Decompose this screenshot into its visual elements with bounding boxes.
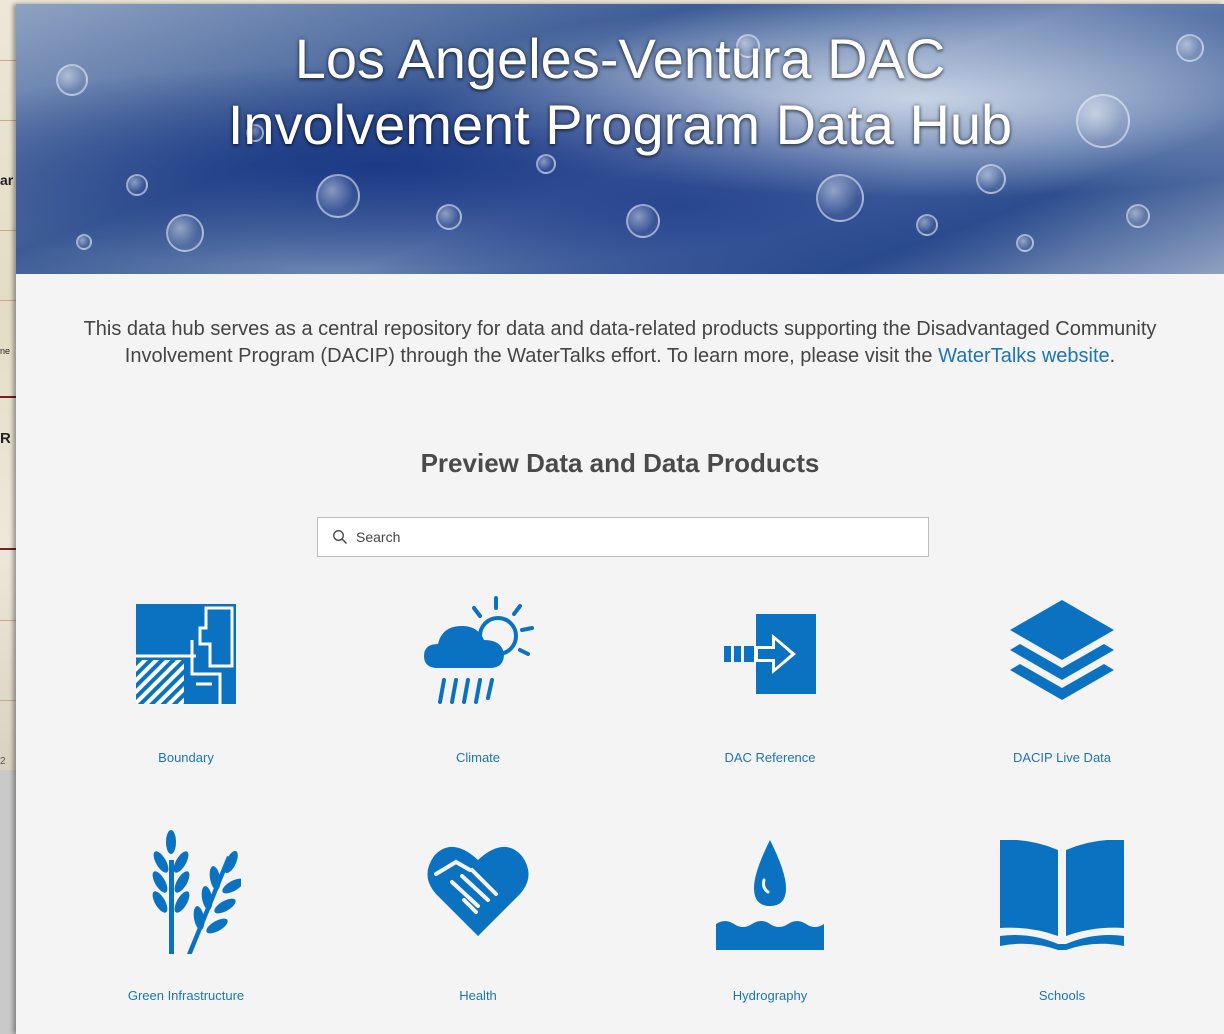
wheat-icon	[152, 830, 241, 954]
map-label-fragment: ne	[0, 346, 11, 356]
page-title-line-2: Involvement Program Data Hub	[227, 93, 1013, 156]
sun-cloud-rain-icon	[424, 596, 534, 704]
category-label: Green Infrastructure	[127, 988, 245, 1003]
page-title-line-1: Los Angeles-Ventura DAC	[294, 27, 946, 90]
open-book-icon	[1000, 840, 1124, 950]
category-tile-dac-reference[interactable]: DAC Reference	[650, 594, 890, 774]
arrow-into-door-icon	[724, 614, 816, 694]
map-scale-fragment: 2	[0, 756, 6, 767]
category-label: Schools	[1038, 988, 1086, 1003]
background-gray-area	[0, 770, 16, 1034]
data-hub-panel: Los Angeles-Ventura DAC Involvement Prog…	[16, 4, 1224, 1034]
hero-banner: Los Angeles-Ventura DAC Involvement Prog…	[16, 4, 1224, 274]
background-map: ar ne R 2	[0, 0, 16, 770]
heart-handshake-icon	[427, 846, 529, 936]
intro-text: This data hub serves as a central reposi…	[36, 316, 1204, 370]
category-label: DAC Reference	[724, 750, 816, 765]
category-tile-hydrography[interactable]: Hydrography	[650, 830, 890, 1010]
category-tile-boundary[interactable]: Boundary	[66, 594, 306, 774]
category-tile-health[interactable]: Health	[358, 830, 598, 1010]
category-label: Climate	[455, 750, 501, 765]
layers-stack-icon	[1010, 600, 1114, 700]
category-label: Health	[459, 988, 497, 1003]
search-input[interactable]	[354, 518, 928, 556]
category-label: DACIP Live Data	[1012, 750, 1112, 765]
map-label-fragment: R	[0, 430, 11, 447]
category-tile-climate[interactable]: Climate	[358, 594, 598, 774]
section-title: Preview Data and Data Products	[420, 448, 820, 478]
search-box[interactable]	[317, 517, 929, 557]
category-label: Hydrography	[732, 988, 808, 1003]
category-tile-dacip-live-data[interactable]: DACIP Live Data	[942, 594, 1182, 774]
map-label-fragment: ar	[0, 172, 14, 188]
water-drop-icon	[716, 840, 824, 950]
category-tile-green-infrastructure[interactable]: Green Infrastructure	[66, 830, 306, 1010]
search-icon	[333, 530, 347, 544]
boundary-map-icon	[136, 604, 236, 704]
category-label: Boundary	[158, 750, 214, 765]
category-tile-schools[interactable]: Schools	[942, 830, 1182, 1010]
watertalks-website-link[interactable]: WaterTalks website	[938, 345, 1110, 367]
intro-text-end: .	[1109, 345, 1116, 367]
page-title: Los Angeles-Ventura DAC Involvement Prog…	[16, 26, 1224, 158]
